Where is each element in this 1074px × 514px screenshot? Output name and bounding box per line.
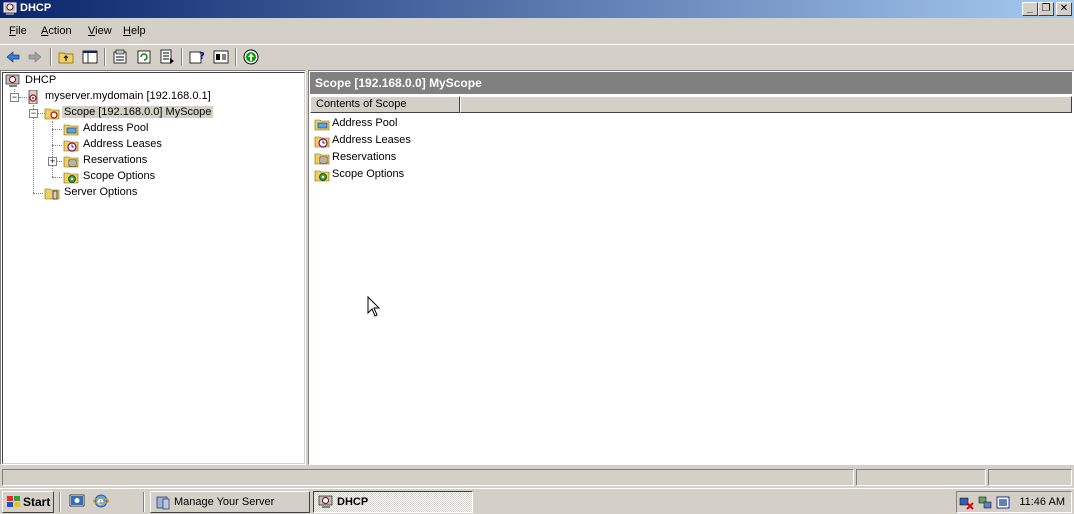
dhcp-icon: [3, 2, 17, 15]
tree-node-label: Scope Options: [83, 170, 156, 182]
server-icon: [28, 90, 38, 104]
tree-node-label: myserver.mydomain [192.168.0.1]: [45, 90, 211, 102]
server-collapse-toggle[interactable]: −: [10, 93, 19, 102]
console-tree-frame: [2, 72, 305, 464]
status-cell-main: [2, 469, 854, 486]
scope-options-icon: [63, 172, 79, 184]
internet-explorer-icon[interactable]: e: [93, 493, 109, 509]
start-button[interactable]: Start: [2, 491, 54, 513]
back-arrow-icon[interactable]: [4, 48, 22, 66]
taskbar-separator: [143, 492, 145, 512]
address-pool-icon: [63, 124, 79, 136]
column-header-filler: [460, 96, 1072, 113]
tree-node-label: Server Options: [64, 186, 138, 198]
toolbar-separator: [235, 48, 237, 66]
tree-line: [52, 177, 62, 178]
taskbar-separator: [59, 492, 61, 512]
task-label: Manage Your Server: [174, 496, 275, 508]
dhcp-icon: [318, 495, 333, 508]
task-button-manage-your-server[interactable]: Manage Your Server: [150, 491, 310, 513]
reservations-icon: [314, 153, 330, 165]
tree-node-label: Reservations: [83, 154, 148, 166]
taskbar: Start e Manage Your Server DHCP 11:46 AM: [0, 488, 1074, 514]
address-leases-icon: [63, 140, 79, 152]
tree-node-label: Scope [192.168.0.0] MyScope: [62, 106, 214, 118]
list-item-label: Address Leases: [332, 134, 411, 146]
list-item-label: Scope Options: [332, 168, 405, 180]
menu-view[interactable]: View: [88, 25, 112, 37]
tree-node-label: DHCP: [25, 74, 57, 86]
forward-arrow-icon[interactable]: [26, 48, 44, 66]
properties-icon[interactable]: [111, 48, 129, 66]
scope-options-icon: [314, 170, 330, 182]
menu-bar: File Action View Help: [0, 22, 1074, 42]
up-folder-icon[interactable]: [57, 48, 75, 66]
network-connection-icon[interactable]: [977, 495, 993, 510]
export-list-icon[interactable]: [158, 48, 176, 66]
task-button-dhcp[interactable]: DHCP: [313, 491, 473, 513]
close-button[interactable]: ✕: [1056, 2, 1072, 16]
console-tree-icon[interactable]: [212, 48, 230, 66]
scope-folder-icon: [44, 108, 60, 120]
list-item-label: Reservations: [332, 151, 397, 163]
restore-button[interactable]: ❐: [1038, 2, 1054, 16]
tree-line: [33, 105, 34, 193]
status-bar: [0, 467, 1074, 487]
console-tree[interactable]: − − + DHCP myserver.mydomain [192.168.0.…: [0, 70, 306, 465]
tree-line: [33, 193, 43, 194]
show-desktop-icon[interactable]: [69, 493, 85, 509]
details-header: Scope [192.168.0.0] MyScope: [310, 72, 1072, 94]
network-disconnected-icon[interactable]: [959, 495, 975, 510]
window-title: DHCP: [20, 2, 52, 14]
address-leases-icon: [314, 136, 330, 148]
list-item-label: Address Pool: [332, 117, 398, 129]
details-pane[interactable]: Scope [192.168.0.0] MyScope Contents of …: [308, 70, 1074, 465]
system-tray: 11:46 AM: [956, 491, 1072, 513]
task-label: DHCP: [337, 496, 369, 508]
menu-action[interactable]: Action: [41, 25, 72, 37]
reservations-icon: [63, 156, 79, 168]
scope-collapse-toggle[interactable]: −: [29, 109, 38, 118]
manage-server-icon: [156, 496, 170, 510]
start-label: Start: [23, 495, 51, 509]
address-pool-icon: [314, 119, 330, 131]
server-options-icon: [44, 188, 60, 200]
title-bar: DHCP _ ❐ ✕: [0, 0, 1074, 18]
show-hide-tree-icon[interactable]: [81, 48, 99, 66]
mouse-cursor-icon: [367, 296, 381, 317]
tree-line: [52, 129, 62, 130]
clock[interactable]: 11:46 AM: [1019, 496, 1065, 508]
reservations-expand-toggle[interactable]: +: [48, 157, 57, 166]
minimize-button[interactable]: _: [1022, 2, 1038, 16]
toolbar-separator: [104, 48, 106, 66]
svg-text:e: e: [97, 495, 104, 508]
menu-help[interactable]: Help: [123, 25, 146, 37]
windows-logo-icon: [7, 496, 20, 507]
server-manager-tray-icon[interactable]: [995, 495, 1011, 510]
toolbar: ?: [0, 44, 1074, 68]
tree-node-label: Address Leases: [83, 138, 162, 150]
tree-line: [52, 145, 62, 146]
status-cell-3: [988, 469, 1072, 486]
activate-icon[interactable]: [242, 48, 260, 66]
menu-file[interactable]: File: [9, 25, 27, 37]
svg-text:?: ?: [199, 51, 205, 62]
refresh-icon[interactable]: [135, 48, 153, 66]
help-icon[interactable]: ?: [188, 48, 206, 66]
toolbar-separator: [50, 48, 52, 66]
toolbar-separator: [181, 48, 183, 66]
status-cell-2: [856, 469, 986, 486]
dhcp-icon: [5, 74, 20, 87]
tree-node-label: Address Pool: [83, 122, 149, 134]
column-header-contents[interactable]: Contents of Scope: [310, 96, 460, 113]
